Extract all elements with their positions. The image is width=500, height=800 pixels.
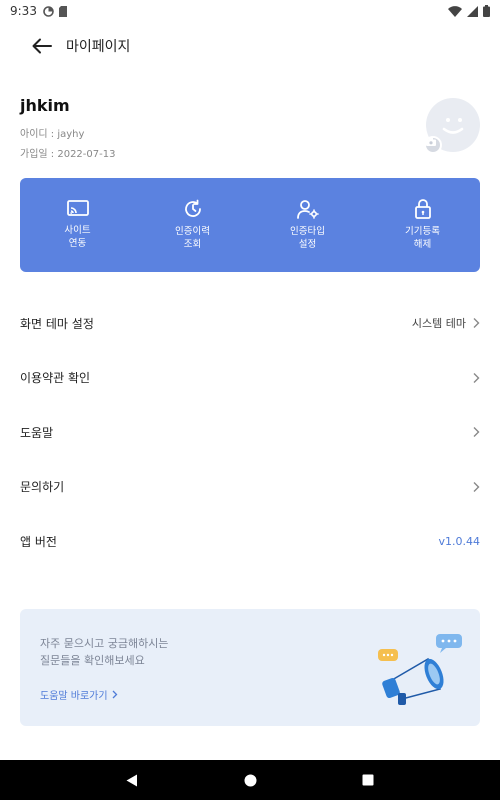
signal-icon [467, 5, 478, 17]
menu-item-label: 이용약관 확인 [20, 371, 91, 386]
nav-back-button[interactable] [117, 765, 147, 795]
nav-recents-button[interactable] [353, 765, 383, 795]
quick-actions-panel: 사이트 연동 인증이력 조회 인증타입 설정 기기등록 해제 [20, 178, 480, 272]
menu-item-terms[interactable]: 이용약관 확인 [20, 351, 480, 406]
cast-icon [66, 200, 89, 216]
arrow-left-icon [32, 38, 52, 54]
data-saver-icon [43, 5, 54, 17]
unlock-icon [414, 199, 431, 219]
faq-banner[interactable]: 자주 묻으시고 궁금해하시는 질문들을 확인해보세요 도움말 바로가기 [20, 609, 480, 726]
status-system-icons [448, 5, 490, 17]
user-id-value: jayhy [57, 129, 85, 140]
user-settings-icon [296, 200, 319, 219]
chevron-right-icon [473, 318, 480, 329]
menu-item-label: 앱 버전 [20, 534, 57, 549]
page-title: 마이페이지 [66, 39, 131, 55]
chevron-right-icon [473, 372, 480, 383]
status-time: 9:33 [10, 4, 37, 18]
chevron-right-icon [112, 690, 118, 699]
menu-item-trailing [472, 426, 480, 438]
avatar[interactable] [424, 98, 480, 154]
menu-item-app-version: 앱 버전 v1.0.44 [20, 514, 480, 569]
chevron-right-icon [473, 427, 480, 438]
chevron-right-icon [473, 481, 480, 492]
auth-history-button[interactable]: 인증이력 조회 [135, 178, 250, 272]
profile-meta: 아이디 : jayhy 가입일 : 2022-07-13 [20, 125, 480, 165]
menu-item-theme[interactable]: 화면 테마 설정 시스템 테마 [20, 296, 480, 351]
battery-icon [483, 5, 490, 17]
joined-date-row: 가입일 : 2022-07-13 [20, 145, 480, 165]
menu-item-help[interactable]: 도움말 [20, 405, 480, 460]
menu-item-label: 문의하기 [20, 480, 65, 495]
joined-date-value: 2022-07-13 [57, 149, 116, 160]
sd-card-icon [58, 5, 67, 17]
help-shortcut-label: 도움말 바로가기 [40, 691, 108, 702]
username: jhkim [20, 96, 70, 115]
auth-history-label: 인증이력 조회 [175, 226, 210, 250]
chat-bubble-icon [436, 634, 462, 653]
auth-type-settings-button[interactable]: 인증타입 설정 [250, 178, 365, 272]
chat-bubble-icon [378, 649, 398, 661]
square-recents-icon [362, 774, 374, 786]
help-shortcut-link[interactable]: 도움말 바로가기 [40, 687, 118, 702]
camera-badge[interactable] [424, 136, 442, 154]
wifi-icon [448, 5, 462, 17]
profile-section: jhkim 아이디 : jayhy 가입일 : 2022-07-13 [20, 96, 480, 166]
user-id-row: 아이디 : jayhy [20, 125, 480, 145]
status-bar: 9:33 [0, 0, 500, 22]
camera-icon [426, 138, 436, 146]
menu-item-label: 도움말 [20, 425, 54, 440]
theme-value: 시스템 테마 [411, 317, 466, 331]
device-unregister-button[interactable]: 기기등록 해제 [365, 178, 480, 272]
user-id-label: 아이디 : [20, 129, 55, 140]
system-nav-bar [0, 760, 500, 800]
joined-date-label: 가입일 : [20, 149, 55, 160]
nav-home-button[interactable] [235, 765, 265, 795]
menu-item-label: 화면 테마 설정 [20, 316, 94, 331]
settings-menu: 화면 테마 설정 시스템 테마 이용약관 확인 도움말 문의하기 앱 버전 v1… [20, 296, 480, 569]
triangle-back-icon [126, 774, 137, 786]
menu-item-trailing [472, 481, 480, 493]
auth-type-settings-label: 인증타입 설정 [290, 226, 325, 250]
app-version-value: v1.0.44 [438, 534, 481, 548]
history-icon [184, 199, 201, 217]
app-bar: 마이페이지 [0, 26, 500, 66]
device-unregister-label: 기기등록 해제 [405, 226, 440, 250]
site-link-label: 사이트 연동 [64, 225, 91, 249]
status-notification-icons [43, 5, 68, 17]
site-link-button[interactable]: 사이트 연동 [20, 178, 135, 272]
faq-banner-text: 자주 묻으시고 궁금해하시는 질문들을 확인해보세요 [40, 637, 169, 667]
menu-item-trailing: v1.0.44 [439, 535, 481, 548]
menu-item-trailing [472, 372, 480, 384]
circle-home-icon [244, 774, 256, 786]
megaphone-illustration [378, 634, 462, 705]
menu-item-inquiry[interactable]: 문의하기 [20, 460, 480, 515]
menu-item-trailing: 시스템 테마 [412, 315, 480, 331]
back-button[interactable] [22, 26, 62, 66]
